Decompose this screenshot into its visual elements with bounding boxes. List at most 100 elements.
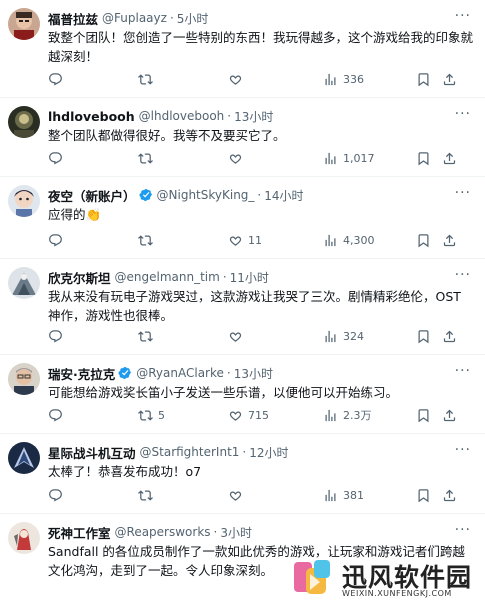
more-options-icon[interactable]: ··· — [455, 8, 471, 24]
author-name[interactable]: 星际战斗机互动 — [48, 443, 136, 462]
author-name[interactable]: 欣克尔斯坦 — [48, 268, 111, 287]
reply-button[interactable] — [48, 486, 68, 504]
like-button[interactable] — [228, 327, 248, 345]
share-button[interactable] — [442, 231, 457, 249]
reply-button[interactable] — [48, 327, 68, 345]
reply-button[interactable] — [48, 70, 68, 88]
bookmark-icon — [418, 233, 429, 247]
author-name[interactable]: 瑞安·克拉克 — [48, 364, 115, 383]
like-button[interactable]: 715 — [228, 406, 269, 424]
author-handle[interactable]: @StarfighterInt1 — [140, 445, 240, 459]
tweet[interactable]: 夜空（新账户） @NightSkyKing_ · 14小时 ··· 应得的👏 1… — [0, 177, 485, 259]
reply-icon — [49, 408, 62, 421]
heart-icon — [229, 490, 242, 501]
retweet-button[interactable] — [138, 70, 158, 88]
author-name[interactable]: 夜空（新账户） — [48, 186, 136, 205]
author-handle[interactable]: @lhdlovebooh — [139, 109, 225, 123]
avatar[interactable] — [8, 267, 40, 299]
more-options-icon[interactable]: ··· — [455, 442, 471, 458]
tweet[interactable]: lhdlovebooh @lhdlovebooh · 13小时 ··· 整个团队… — [0, 98, 485, 177]
reply-icon — [49, 72, 62, 85]
retweet-icon — [138, 489, 153, 501]
retweet-button[interactable] — [138, 486, 158, 504]
more-options-icon[interactable]: ··· — [455, 106, 471, 122]
views-button[interactable]: 2.3万 — [323, 406, 372, 424]
avatar[interactable] — [8, 363, 40, 395]
author-handle[interactable]: @Fuplaayz — [102, 11, 167, 25]
timestamp[interactable]: 3小时 — [220, 524, 252, 541]
bookmark-icon — [418, 329, 429, 343]
author-handle[interactable]: @RyanAClarke — [136, 366, 224, 380]
author-name[interactable]: 死神工作室 — [48, 523, 111, 542]
views-button[interactable]: 336 — [323, 70, 364, 88]
views-icon — [325, 489, 336, 501]
bookmark-button[interactable] — [416, 486, 431, 504]
more-options-icon[interactable]: ··· — [455, 267, 471, 283]
author-name[interactable]: 福普拉兹 — [48, 9, 98, 28]
avatar[interactable] — [8, 522, 40, 554]
retweet-icon — [138, 234, 153, 246]
tweet[interactable]: 瑞安·克拉克 @RyanAClarke · 13小时 ··· 可能想给游戏奖长笛… — [0, 355, 485, 434]
views-icon — [325, 73, 336, 85]
author-handle[interactable]: @engelmann_tim — [115, 270, 220, 284]
site-watermark: 迅风软件园 WEIXIN.XUNFENGKJ.COM — [290, 556, 485, 604]
reply-button[interactable] — [48, 231, 68, 249]
timestamp[interactable]: 5小时 — [177, 10, 209, 27]
author-handle[interactable]: @Reapersworks — [115, 525, 211, 539]
more-options-icon[interactable]: ··· — [455, 522, 471, 538]
timestamp[interactable]: 12小时 — [249, 444, 288, 461]
like-button[interactable] — [228, 149, 248, 167]
timestamp[interactable]: 11小时 — [230, 269, 269, 286]
retweet-button[interactable] — [138, 149, 158, 167]
views-icon — [325, 152, 336, 164]
avatar[interactable] — [8, 185, 40, 217]
retweet-button[interactable]: 5 — [138, 406, 165, 424]
share-icon — [443, 73, 456, 85]
avatar[interactable] — [8, 8, 40, 40]
share-button[interactable] — [442, 70, 457, 88]
bookmark-button[interactable] — [416, 327, 431, 345]
heart-icon — [229, 74, 242, 85]
heart-icon — [229, 331, 242, 342]
avatar[interactable] — [8, 442, 40, 474]
share-button[interactable] — [442, 149, 457, 167]
share-button[interactable] — [442, 486, 457, 504]
retweet-button[interactable] — [138, 231, 158, 249]
timestamp[interactable]: 13小时 — [234, 365, 273, 382]
retweet-icon — [138, 152, 153, 164]
bookmark-button[interactable] — [416, 231, 431, 249]
reply-icon — [49, 233, 62, 246]
more-options-icon[interactable]: ··· — [455, 185, 471, 201]
tweet-text: 我从来没有玩电子游戏哭过，这款游戏让我哭了三次。剧情精彩绝伦，OST 神作，游戏… — [48, 289, 461, 323]
like-button[interactable] — [228, 486, 248, 504]
reply-button[interactable] — [48, 149, 68, 167]
share-button[interactable] — [442, 327, 457, 345]
tweet[interactable]: 星际战斗机互动 @StarfighterInt1 · 12小时 ··· 太棒了！… — [0, 434, 485, 514]
bookmark-icon — [418, 488, 429, 502]
views-button[interactable]: 1,017 — [323, 149, 375, 167]
tweet[interactable]: 欣克尔斯坦 @engelmann_tim · 11小时 ··· 我从来没有玩电子… — [0, 259, 485, 355]
views-button[interactable]: 4,300 — [323, 231, 375, 249]
timestamp[interactable]: 14小时 — [264, 187, 303, 204]
author-name[interactable]: lhdlovebooh — [48, 109, 135, 124]
reply-button[interactable] — [48, 406, 68, 424]
views-button[interactable]: 381 — [323, 486, 364, 504]
avatar[interactable] — [8, 106, 40, 138]
tweet[interactable]: 福普拉兹 @Fuplaayz · 5小时 ··· 致整个团队！您创造了一些特别的… — [0, 0, 485, 98]
author-handle[interactable]: @NightSkyKing_ — [157, 188, 255, 202]
bookmark-button[interactable] — [416, 149, 431, 167]
share-button[interactable] — [442, 406, 457, 424]
tweet-text: 应得的👏 — [48, 207, 102, 222]
bookmark-icon — [418, 72, 429, 86]
retweet-button[interactable] — [138, 327, 158, 345]
like-button[interactable] — [228, 70, 248, 88]
share-icon — [443, 489, 456, 501]
bookmark-icon — [418, 151, 429, 165]
bookmark-button[interactable] — [416, 406, 431, 424]
like-button[interactable]: 11 — [228, 231, 262, 249]
timestamp[interactable]: 13小时 — [234, 108, 273, 125]
more-options-icon[interactable]: ··· — [455, 363, 471, 379]
bookmark-button[interactable] — [416, 70, 431, 88]
reply-icon — [49, 151, 62, 164]
views-button[interactable]: 324 — [323, 327, 364, 345]
